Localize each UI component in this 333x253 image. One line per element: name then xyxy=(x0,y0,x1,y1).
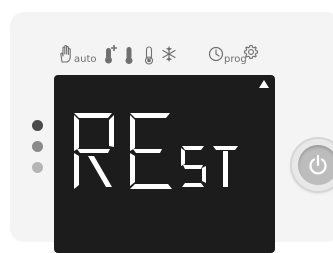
lcd-display: RE ST xyxy=(54,75,275,253)
auto-label: auto xyxy=(74,54,97,65)
hand-icon[interactable] xyxy=(58,44,74,64)
clock-icon[interactable] xyxy=(208,46,224,62)
status-led-3 xyxy=(32,162,43,173)
mode-icon-row: auto prog xyxy=(0,0,333,80)
thermometer-full-icon[interactable] xyxy=(123,45,135,65)
secondary-segment-glyphs xyxy=(181,146,238,187)
snowflake-icon[interactable] xyxy=(161,46,177,62)
status-led-1 xyxy=(32,120,43,131)
status-led-2 xyxy=(32,141,43,152)
gear-icon[interactable] xyxy=(243,44,259,60)
power-icon xyxy=(307,154,329,176)
thermometer-plus-icon[interactable] xyxy=(103,43,119,65)
thermometer-low-icon[interactable] xyxy=(143,45,155,65)
power-button-face xyxy=(298,145,333,185)
main-segment-glyphs xyxy=(74,113,172,189)
triangle-up-icon xyxy=(259,80,269,88)
